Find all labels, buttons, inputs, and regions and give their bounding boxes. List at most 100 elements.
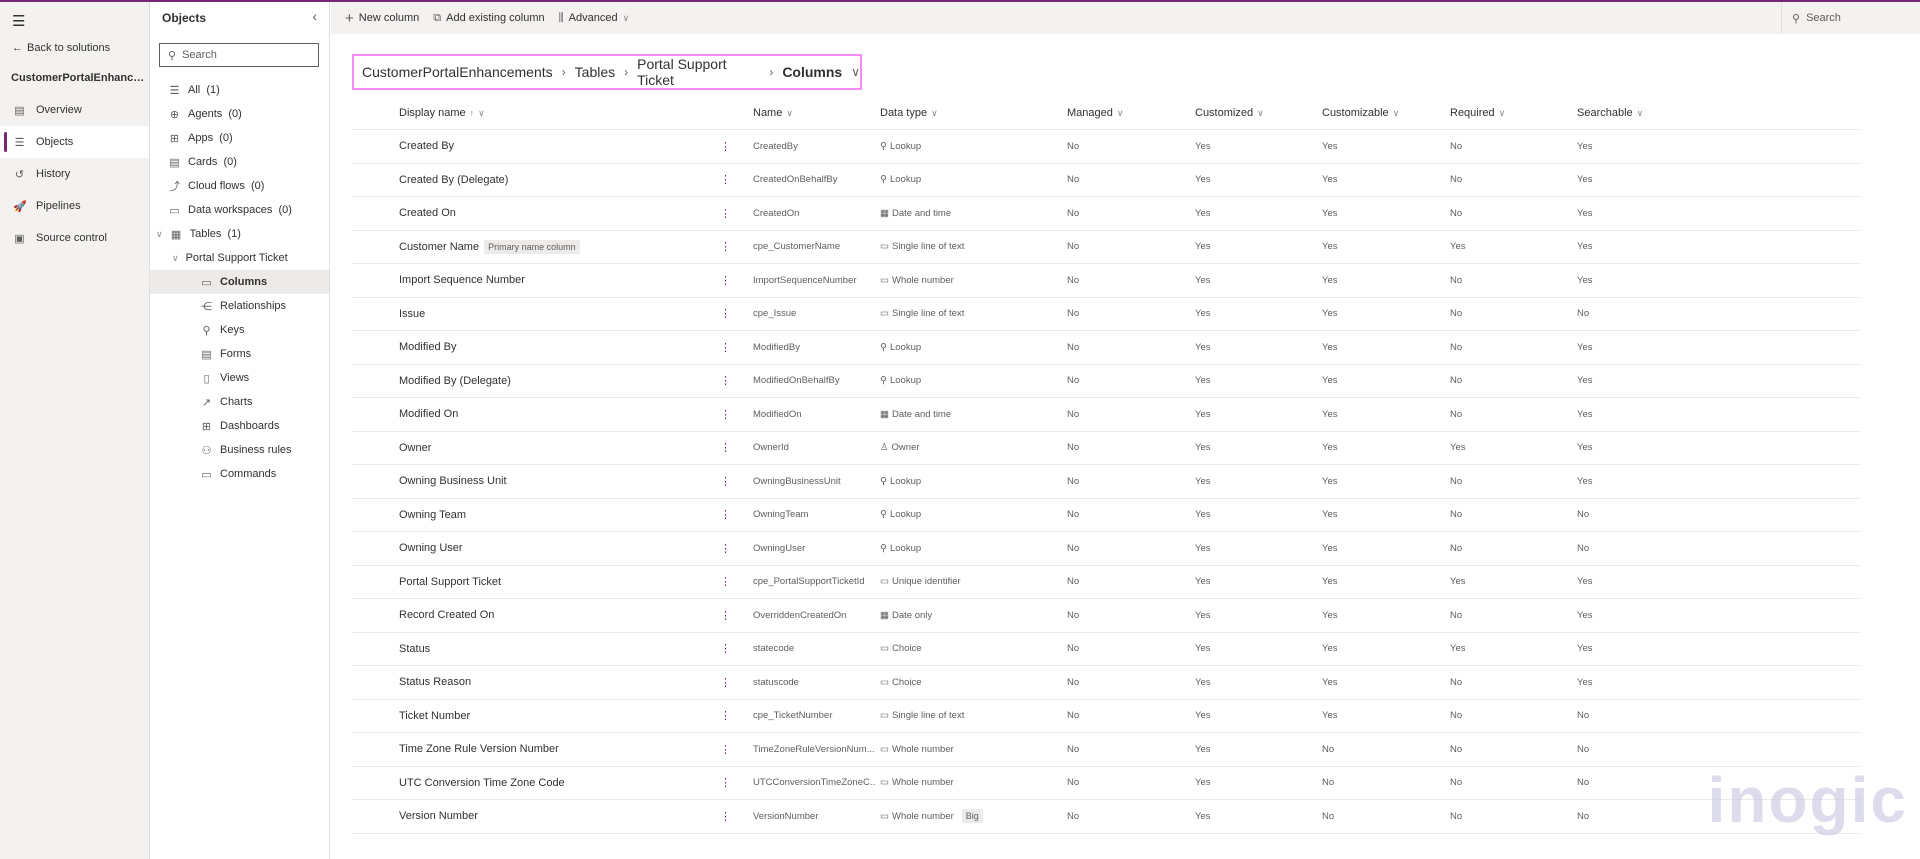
hamburger-menu-icon[interactable]: ☰ xyxy=(12,12,26,30)
more-options-icon[interactable]: ⋮ xyxy=(720,633,740,666)
nav-item-pipelines[interactable]: 🚀 Pipelines xyxy=(0,190,149,222)
more-options-icon[interactable]: ⋮ xyxy=(720,264,740,297)
nav-item-source-control[interactable]: ▣ Source control xyxy=(0,222,149,254)
table-row[interactable]: Time Zone Rule Version Number ⋮ TimeZoneRu… xyxy=(352,733,1860,767)
object-item[interactable]: ⚇ Business rules xyxy=(150,438,329,462)
table-row[interactable]: Created By (Delegate) ⋮ CreatedOnBehalfBy ⚲… xyxy=(352,164,1860,197)
display-name[interactable]: Created By (Delegate) xyxy=(399,174,508,186)
table-row[interactable]: Version Number ⋮ VersionNumber ▭ Whole numbe… xyxy=(352,800,1860,834)
display-name[interactable]: Version Number xyxy=(399,810,478,822)
table-row[interactable]: Owning Team ⋮ OwningTeam ⚲ Lookup No Yes Yes No N… xyxy=(352,499,1860,532)
table-row[interactable]: Owner ⋮ OwnerId ♙ Owner No Yes Yes Yes Yes xyxy=(352,432,1860,465)
display-name[interactable]: Import Sequence Number xyxy=(399,274,525,286)
more-options-icon[interactable]: ⋮ xyxy=(720,298,740,331)
more-options-icon[interactable]: ⋮ xyxy=(720,365,740,398)
table-row[interactable]: Created By ⋮ CreatedBy ⚲ Lookup No Yes Yes No Yes xyxy=(352,130,1860,164)
table-row[interactable]: UTC Conversion Time Zone Code ⋮ UTCConvers… xyxy=(352,767,1860,800)
more-options-icon[interactable]: ⋮ xyxy=(720,767,740,800)
column-header-customized[interactable]: Customized ∨ xyxy=(1195,97,1264,129)
display-name[interactable]: Modified By xyxy=(399,341,456,353)
more-options-icon[interactable]: ⋮ xyxy=(720,331,740,364)
more-options-icon[interactable]: ⋮ xyxy=(720,465,740,498)
object-item[interactable]: ⊕ Agents (0) xyxy=(150,102,329,126)
table-row[interactable]: Status Reason ⋮ statuscode ▭ Choice No Yes Yes N… xyxy=(352,666,1860,700)
nav-item-overview[interactable]: ▤ Overview xyxy=(0,94,149,126)
table-row[interactable]: Status ⋮ statecode ▭ Choice No Yes Yes Yes Yes xyxy=(352,633,1860,666)
object-item[interactable]: ∨ ▦ Tables (1) xyxy=(150,222,329,246)
more-options-icon[interactable]: ⋮ xyxy=(720,666,740,699)
display-name[interactable]: Record Created On xyxy=(399,609,494,621)
more-options-icon[interactable]: ⋮ xyxy=(720,733,740,766)
object-item[interactable]: ∨ Portal Support Ticket xyxy=(150,246,329,270)
more-options-icon[interactable]: ⋮ xyxy=(720,398,740,431)
chevron-down-icon[interactable]: ∨ xyxy=(156,229,163,240)
object-item[interactable]: ☰ All (1) xyxy=(150,78,329,102)
column-header-display-name[interactable]: Display name ↑ ∨ xyxy=(399,97,679,129)
advanced-button[interactable]: ⫼ Advanced ∨ xyxy=(559,12,630,25)
more-options-icon[interactable]: ⋮ xyxy=(720,599,740,632)
more-options-icon[interactable]: ⋮ xyxy=(720,800,740,833)
display-name[interactable]: Modified On xyxy=(399,408,458,420)
add-existing-column-button[interactable]: ⧉ Add existing column xyxy=(433,12,544,25)
table-row[interactable]: Portal Support Ticket ⋮ cpe_PortalSupportT… xyxy=(352,566,1860,599)
object-item[interactable]: ▭ Commands xyxy=(150,462,329,486)
column-header-data-type[interactable]: Data type ∨ xyxy=(880,97,1060,129)
more-options-icon[interactable]: ⋮ xyxy=(720,566,740,599)
more-options-icon[interactable]: ⋮ xyxy=(720,532,740,565)
breadcrumb-tables[interactable]: Tables xyxy=(575,64,615,80)
display-name[interactable]: Customer Name xyxy=(399,241,479,253)
table-row[interactable]: Record Created On ⋮ OverriddenCreatedOn ▦ Da… xyxy=(352,599,1860,633)
chevron-down-icon[interactable]: ∨ xyxy=(851,65,860,79)
table-row[interactable]: Modified By ⋮ ModifiedBy ⚲ Lookup No Yes Yes No Y… xyxy=(352,331,1860,365)
display-name[interactable]: Owner xyxy=(399,442,431,454)
table-row[interactable]: Modified On ⋮ ModifiedOn ▦ Date and time No Ye… xyxy=(352,398,1860,432)
object-item[interactable]: ⚲ Keys xyxy=(150,318,329,342)
chevron-down-icon[interactable]: ∨ xyxy=(172,253,179,264)
display-name[interactable]: Owning Team xyxy=(399,509,466,521)
column-header-managed[interactable]: Managed ∨ xyxy=(1067,97,1123,129)
object-item[interactable]: ↗ Charts xyxy=(150,390,329,414)
collapse-panel-icon[interactable]: ‹ xyxy=(312,8,317,24)
display-name[interactable]: Issue xyxy=(399,308,425,320)
new-column-button[interactable]: + New column xyxy=(345,10,419,27)
display-name[interactable]: Ticket Number xyxy=(399,710,470,722)
display-name[interactable]: Status xyxy=(399,643,430,655)
display-name[interactable]: Owning Business Unit xyxy=(399,475,507,487)
object-item[interactable]: ▤ Cards (0) xyxy=(150,150,329,174)
more-options-icon[interactable]: ⋮ xyxy=(720,432,740,465)
column-header-name[interactable]: Name ∨ xyxy=(753,97,876,129)
table-row[interactable]: Customer Name Primary name column ⋮ cpe_Cus… xyxy=(352,231,1860,264)
nav-item-objects[interactable]: ☰ Objects xyxy=(0,126,149,158)
table-row[interactable]: Ticket Number ⋮ cpe_TicketNumber ▭ Single li… xyxy=(352,700,1860,733)
column-header-customizable[interactable]: Customizable ∨ xyxy=(1322,97,1399,129)
display-name[interactable]: Status Reason xyxy=(399,676,471,688)
objects-search-input[interactable]: ⚲ Search xyxy=(159,43,319,67)
object-item[interactable]: ⋲ Relationships xyxy=(150,294,329,318)
table-row[interactable]: Import Sequence Number ⋮ ImportSequenceNum… xyxy=(352,264,1860,298)
more-options-icon[interactable]: ⋮ xyxy=(720,499,740,532)
global-search-input[interactable]: ⚲ Search xyxy=(1781,2,1920,34)
more-options-icon[interactable]: ⋮ xyxy=(720,197,740,230)
column-header-required[interactable]: Required ∨ xyxy=(1450,97,1505,129)
display-name[interactable]: UTC Conversion Time Zone Code xyxy=(399,777,565,789)
display-name[interactable]: Portal Support Ticket xyxy=(399,576,501,588)
breadcrumb-solution[interactable]: CustomerPortalEnhancements xyxy=(362,64,553,80)
object-item[interactable]: ⊞ Dashboards xyxy=(150,414,329,438)
breadcrumb-current[interactable]: Columns xyxy=(782,64,842,80)
object-item[interactable]: ▤ Forms xyxy=(150,342,329,366)
object-item[interactable]: ⤴ Cloud flows (0) xyxy=(150,174,329,198)
more-options-icon[interactable]: ⋮ xyxy=(720,164,740,197)
more-options-icon[interactable]: ⋮ xyxy=(720,700,740,733)
object-item[interactable]: ▭ Columns xyxy=(150,270,329,294)
table-row[interactable]: Owning Business Unit ⋮ OwningBusinessUnit ⚲… xyxy=(352,465,1860,499)
more-options-icon[interactable]: ⋮ xyxy=(720,231,740,264)
breadcrumb-table[interactable]: Portal Support Ticket xyxy=(637,56,760,88)
display-name[interactable]: Owning User xyxy=(399,542,463,554)
object-item[interactable]: ▭ Data workspaces (0) xyxy=(150,198,329,222)
display-name[interactable]: Time Zone Rule Version Number xyxy=(399,743,559,755)
more-options-icon[interactable]: ⋮ xyxy=(720,130,740,163)
back-to-solutions-link[interactable]: ← Back to solutions xyxy=(12,42,110,54)
nav-item-history[interactable]: ↺ History xyxy=(0,158,149,190)
object-item[interactable]: ▯ Views xyxy=(150,366,329,390)
display-name[interactable]: Created On xyxy=(399,207,456,219)
